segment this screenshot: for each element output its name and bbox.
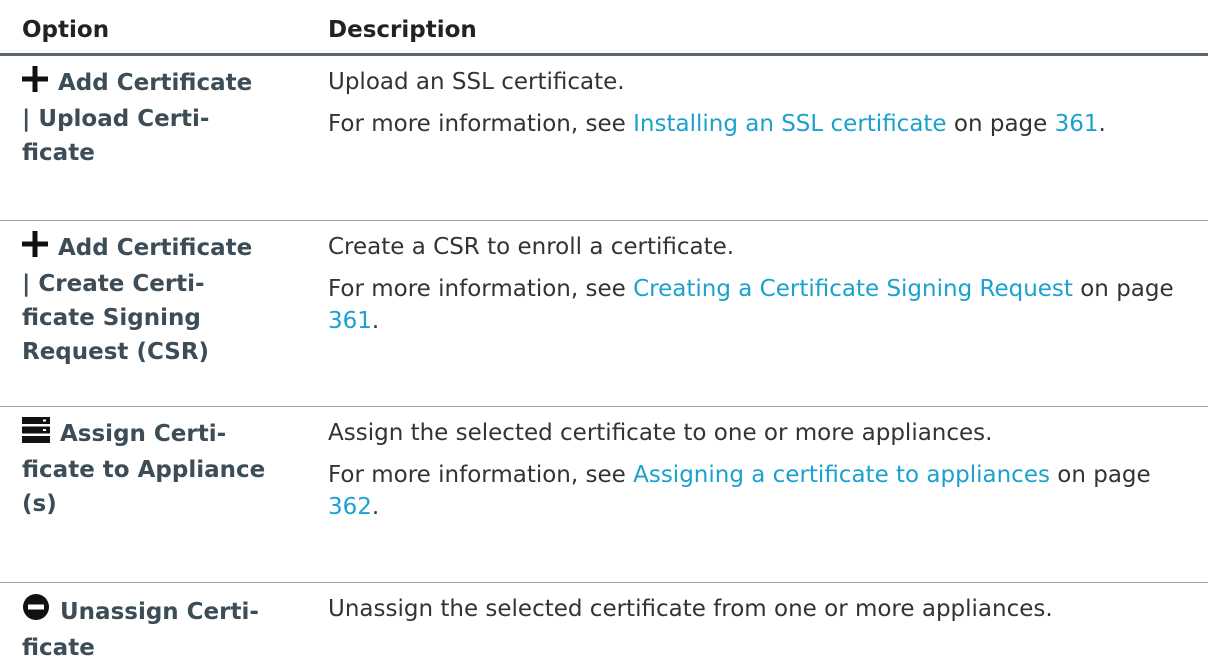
server-icon bbox=[22, 417, 50, 453]
description-column-header: Description bbox=[328, 17, 477, 43]
option-title: Unassign Certi- bbox=[60, 599, 259, 625]
option-title: Add Certificate bbox=[58, 235, 253, 261]
more-info-text: For more information, see Creating a Cer… bbox=[328, 273, 1190, 337]
table-row: Assign Certi- ficate to Appliance (s) As… bbox=[0, 407, 1208, 583]
plus-icon bbox=[22, 231, 48, 267]
description-cell: Unassign the selected certificate from o… bbox=[322, 593, 1208, 671]
link-creating-csr[interactable]: Creating a Certificate Signing Request bbox=[633, 276, 1073, 302]
option-title: Request (CSR) bbox=[22, 339, 210, 365]
option-title: ficate Signing bbox=[22, 305, 201, 331]
more-info-text: For more information, see Assigning a ce… bbox=[328, 459, 1190, 523]
description-cell: Upload an SSL certificate. For more info… bbox=[322, 66, 1208, 220]
options-table: Option Description Add Certificate | Upl… bbox=[0, 0, 1208, 671]
page-link[interactable]: 361 bbox=[328, 308, 372, 334]
description-cell: Assign the selected certificate to one o… bbox=[322, 417, 1208, 582]
table-header: Option Description bbox=[0, 0, 1208, 56]
minus-circle-icon bbox=[22, 593, 50, 631]
table-row: Add Certificate | Create Certi- ficate S… bbox=[0, 221, 1208, 407]
more-info-suffix: . bbox=[371, 308, 380, 334]
option-title: ficate to Appliance bbox=[22, 457, 266, 483]
description-text: Create a CSR to enroll a certificate. bbox=[328, 234, 735, 260]
option-title: ficate bbox=[22, 140, 95, 166]
more-info-mid: on page bbox=[1049, 462, 1151, 488]
more-info-text: For more information, see Installing an … bbox=[328, 108, 1190, 140]
link-installing-ssl-certificate[interactable]: Installing an SSL certificate bbox=[633, 111, 946, 137]
more-info-mid: on page bbox=[946, 111, 1055, 137]
plus-icon bbox=[22, 66, 48, 102]
option-cell: Unassign Certi- ficate bbox=[0, 593, 322, 671]
option-column-header: Option bbox=[22, 17, 110, 43]
more-info-prefix: For more information, see bbox=[328, 462, 634, 488]
link-assigning-certificate[interactable]: Assigning a certificate to appliances bbox=[633, 462, 1050, 488]
option-title: | Upload Certi- bbox=[22, 106, 210, 132]
more-info-suffix: . bbox=[371, 494, 380, 520]
table-row: Unassign Certi- ficate Unassign the sele… bbox=[0, 583, 1208, 671]
more-info-prefix: For more information, see bbox=[328, 111, 634, 137]
more-info-prefix: For more information, see bbox=[328, 276, 634, 302]
table-row: Add Certificate | Upload Certi- ficate U… bbox=[0, 56, 1208, 221]
description-text: Unassign the selected certificate from o… bbox=[328, 596, 1053, 622]
page-link[interactable]: 361 bbox=[1055, 111, 1099, 137]
page-link[interactable]: 362 bbox=[328, 494, 372, 520]
more-info-mid: on page bbox=[1072, 276, 1174, 302]
option-cell: Add Certificate | Create Certi- ficate S… bbox=[0, 231, 322, 406]
option-cell: Assign Certi- ficate to Appliance (s) bbox=[0, 417, 322, 582]
option-cell: Add Certificate | Upload Certi- ficate bbox=[0, 66, 322, 220]
option-title: ficate bbox=[22, 635, 95, 661]
more-info-suffix: . bbox=[1098, 111, 1106, 137]
option-title: (s) bbox=[22, 491, 57, 517]
option-title: Add Certificate bbox=[58, 70, 253, 96]
description-cell: Create a CSR to enroll a certificate. Fo… bbox=[322, 231, 1208, 406]
option-title: Assign Certi- bbox=[60, 421, 227, 447]
description-text: Assign the selected certificate to one o… bbox=[328, 420, 993, 446]
description-text: Upload an SSL certificate. bbox=[328, 69, 625, 95]
option-title: | Create Certi- bbox=[22, 271, 205, 297]
